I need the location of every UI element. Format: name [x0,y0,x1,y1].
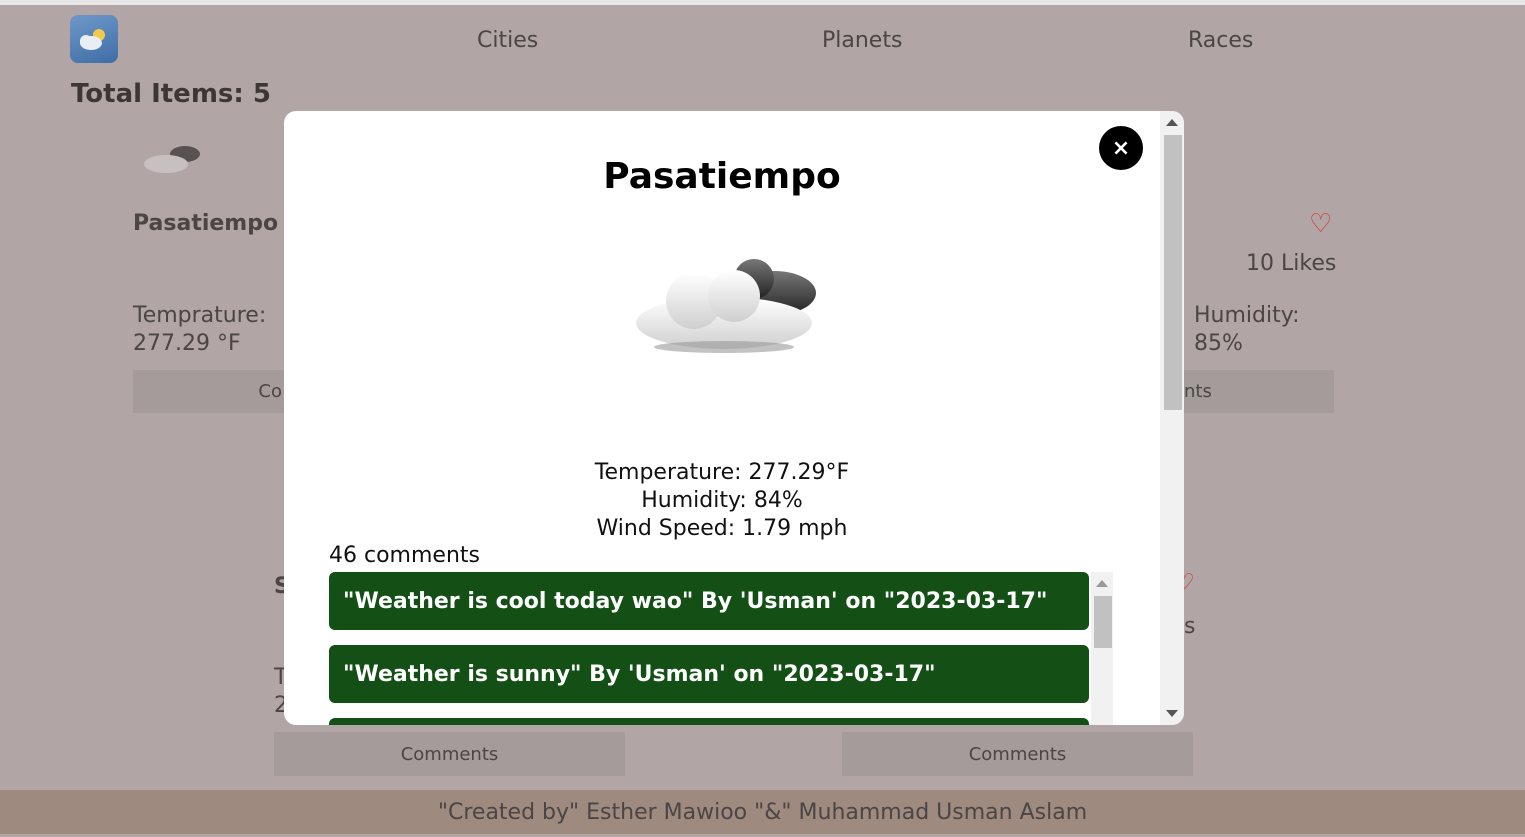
nav-races[interactable]: Races [1188,28,1253,53]
humidity-text: Humidity: 84% [641,488,803,513]
comment-item-partial [329,718,1089,725]
footer: "Created by" Esther Mawioo "&" Muhammad … [0,790,1525,834]
modal-title: Pasatiempo [603,156,841,197]
scroll-down-arrow-icon[interactable] [1166,710,1178,717]
comments-list[interactable]: "Weather is cool today wao" By 'Usman' o… [329,572,1114,725]
card-city-name: Pasatiempo [133,211,279,236]
comments-button-right[interactable]: Comments [842,732,1193,776]
comment-item: "Weather is sunny" By 'Usman' on "2023-0… [329,645,1089,703]
total-items: Total Items: 5 [71,79,271,109]
card-likes: 10 Likes [1246,251,1337,276]
card-temperature-value: 277.29 °F [133,331,241,356]
comments-scrollbar[interactable] [1091,572,1113,725]
comment-item: "Weather is cool today wao" By 'Usman' o… [329,572,1089,630]
card-temperature-label: Temprature: [133,303,267,328]
comments-button-label: Co [258,381,282,402]
temperature-text: Temperature: 277.29°F [594,460,850,485]
scroll-up-arrow-icon[interactable] [1166,119,1178,126]
modal-scroll-thumb[interactable] [1164,135,1182,410]
top-border [0,0,1525,5]
comment-count: 46 comments [329,543,480,568]
modal-scrollbar[interactable] [1160,111,1184,725]
comments-button-label: nts [1184,381,1212,402]
card-comments-button-right[interactable]: nts [1184,370,1334,413]
weather-logo-icon [80,29,105,50]
scroll-up-arrow-icon[interactable] [1096,580,1108,587]
city-detail-modal: × Pasatiempo Temperature: 277.29°F Humid… [284,111,1184,725]
weather-stats: Temperature: 277.29°F Humidity: 84% Wind… [284,459,1160,543]
card-comments-button[interactable]: Co [133,370,284,413]
card-humidity-value: 85% [1194,331,1243,356]
comments-scroll-thumb[interactable] [1094,596,1112,648]
wind-speed-text: Wind Speed: 1.79 mph [596,516,848,541]
card-weather-icon [144,146,200,173]
app-logo[interactable] [70,15,118,63]
heart-icon[interactable]: ♡ [1309,209,1332,239]
footer-credit: "Created by" Esther Mawioo "&" Muhammad … [437,799,1088,825]
card2-likes: s [1184,614,1196,639]
nav-cities[interactable]: Cities [477,28,538,53]
comments-button-left[interactable]: Comments [274,732,625,776]
card-humidity-label: Humidity: [1194,303,1300,328]
nav-planets[interactable]: Planets [822,28,902,53]
cloud-weather-icon [636,259,816,353]
